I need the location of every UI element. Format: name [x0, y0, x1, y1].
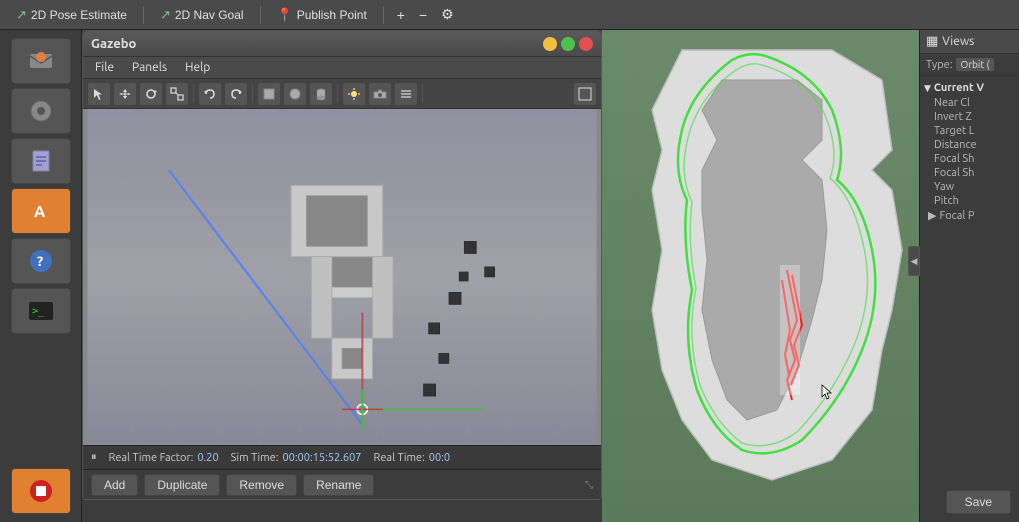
left-icon-disk[interactable] [11, 88, 71, 134]
window-controls [543, 37, 593, 51]
views-title: Views [942, 35, 974, 48]
left-icon-document[interactable] [11, 138, 71, 184]
gz-light-tool[interactable] [342, 82, 366, 106]
nav-goal-button[interactable]: ↗ 2D Nav Goal [152, 5, 252, 25]
toolbar-separator-1 [143, 6, 144, 24]
svg-text:A: A [34, 203, 46, 221]
left-icon-stop[interactable] [11, 468, 71, 514]
realtime-factor-value: 0.20 [197, 452, 218, 464]
view-item-distance[interactable]: Distance [920, 138, 1019, 152]
nav-goal-label: 2D Nav Goal [175, 8, 244, 22]
views-panel-header: ▦ Views [920, 30, 1019, 54]
pause-control[interactable]: ⏸ [91, 451, 97, 464]
view-item-yaw[interactable]: Yaw [920, 180, 1019, 194]
gazebo-title: Gazebo [91, 37, 136, 51]
collapse-arrow-icon: ◀ [911, 256, 918, 267]
rviz-toolbar: ↗ 2D Pose Estimate ↗ 2D Nav Goal 📍 Publi… [0, 0, 1019, 30]
view-item-near-clip[interactable]: Near Cl [920, 96, 1019, 110]
gz-undo[interactable] [198, 82, 222, 106]
gz-toolbar-sep-4 [422, 85, 423, 103]
estimate-button[interactable]: ↗ 2D Pose Estimate [8, 5, 135, 25]
gz-redo[interactable] [224, 82, 248, 106]
realtime-factor-label: Real Time Factor: [109, 452, 194, 464]
left-icon-help[interactable]: ? [11, 238, 71, 284]
gz-toolbar-sep-2 [252, 85, 253, 103]
gazebo-bottombar: Add Duplicate Remove Rename ⤡ [83, 469, 601, 499]
focal-p-arrow: ▶ [928, 209, 936, 222]
duplicate-button[interactable]: Duplicate [144, 474, 220, 496]
gz-box-shape[interactable] [257, 82, 281, 106]
sim-time-label: Sim Time: [231, 452, 279, 464]
view-item-focal-sh-1[interactable]: Focal Sh [920, 152, 1019, 166]
sim-time: Sim Time: 00:00:15:52.607 [231, 452, 362, 464]
gazebo-viewport[interactable] [83, 109, 601, 445]
view-item-focal-sh-2[interactable]: Focal Sh [920, 166, 1019, 180]
estimate-label: 2D Pose Estimate [31, 8, 127, 22]
plus-button[interactable]: + [392, 4, 410, 26]
gz-toolbar-sep-3 [337, 85, 338, 103]
real-time-value: 00:0 [429, 452, 450, 464]
current-view-arrow: ▼ [924, 83, 931, 94]
window-close[interactable] [579, 37, 593, 51]
gz-camera-tool[interactable] [368, 82, 392, 106]
current-view-header[interactable]: ▼ Current V [920, 80, 1019, 96]
views-type-row: Type: Orbit ( [920, 54, 1019, 76]
window-maximize[interactable] [561, 37, 575, 51]
views-type-label: Type: [926, 59, 952, 71]
gz-sphere-shape[interactable] [283, 82, 307, 106]
gz-more-tool[interactable] [394, 82, 418, 106]
gazebo-menubar: File Panels Help [83, 57, 601, 79]
publish-point-label: Publish Point [297, 8, 367, 22]
toolbar-separator-3 [383, 6, 384, 24]
save-button[interactable]: Save [946, 490, 1011, 514]
add-button[interactable]: Add [91, 474, 138, 496]
svg-text:>_: >_ [32, 306, 45, 317]
view-item-target[interactable]: Target L [920, 124, 1019, 138]
remove-button[interactable]: Remove [226, 474, 297, 496]
gazebo-statusbar: ⏸ Real Time Factor: 0.20 Sim Time: 00:00… [83, 445, 601, 469]
pause-icon: ⏸ [91, 451, 97, 464]
left-icon-text[interactable]: A [11, 188, 71, 234]
gz-cylinder-shape[interactable] [309, 82, 333, 106]
svg-text:?: ? [37, 253, 43, 269]
gz-rotate-tool[interactable] [139, 82, 163, 106]
window-minimize[interactable] [543, 37, 557, 51]
sim-time-value: 00:00:15:52.607 [282, 452, 361, 464]
left-icon-terminal[interactable]: >_ [11, 288, 71, 334]
current-view-section: ▼ Current V Near Cl Invert Z Target L Di… [920, 76, 1019, 227]
gazebo-titlebar: Gazebo [83, 31, 601, 57]
view-item-pitch[interactable]: Pitch [920, 194, 1019, 208]
views-icon: ▦ [926, 34, 938, 49]
real-time: Real Time: 00:0 [374, 452, 451, 464]
rviz-main-viewport[interactable] [602, 30, 919, 522]
views-type-value: Orbit ( [956, 58, 993, 71]
real-time-label: Real Time: [374, 452, 425, 464]
settings-button[interactable]: ⚙ [436, 3, 459, 26]
right-views-panel: ▦ Views Type: Orbit ( ▼ Current V Near C… [919, 30, 1019, 522]
rename-button[interactable]: Rename [303, 474, 374, 496]
left-icon-panel: A ? >_ [0, 30, 82, 522]
collapse-panel-handle[interactable]: ◀ [908, 246, 920, 276]
menu-file[interactable]: File [87, 59, 122, 76]
left-icon-mail[interactable] [11, 38, 71, 84]
menu-help[interactable]: Help [177, 59, 218, 76]
gz-fullscreen[interactable] [573, 82, 597, 106]
gz-toolbar-sep-1 [193, 85, 194, 103]
resize-handle[interactable]: ⤡ [585, 479, 593, 491]
minus-button[interactable]: − [414, 4, 432, 26]
publish-point-button[interactable]: 📍 Publish Point [269, 5, 375, 25]
gazebo-toolbar [83, 79, 601, 109]
gz-scale-tool[interactable] [165, 82, 189, 106]
menu-panels[interactable]: Panels [124, 59, 175, 76]
gz-select-tool[interactable] [87, 82, 111, 106]
gazebo-window: Gazebo File Panels Help [82, 30, 602, 500]
view-item-focal-p[interactable]: ▶ Focal P [920, 208, 1019, 223]
current-view-label: Current V [934, 82, 984, 94]
gz-move-tool[interactable] [113, 82, 137, 106]
toolbar-separator-2 [260, 6, 261, 24]
realtime-factor: Real Time Factor: 0.20 [109, 452, 219, 464]
view-item-invert-z[interactable]: Invert Z [920, 110, 1019, 124]
